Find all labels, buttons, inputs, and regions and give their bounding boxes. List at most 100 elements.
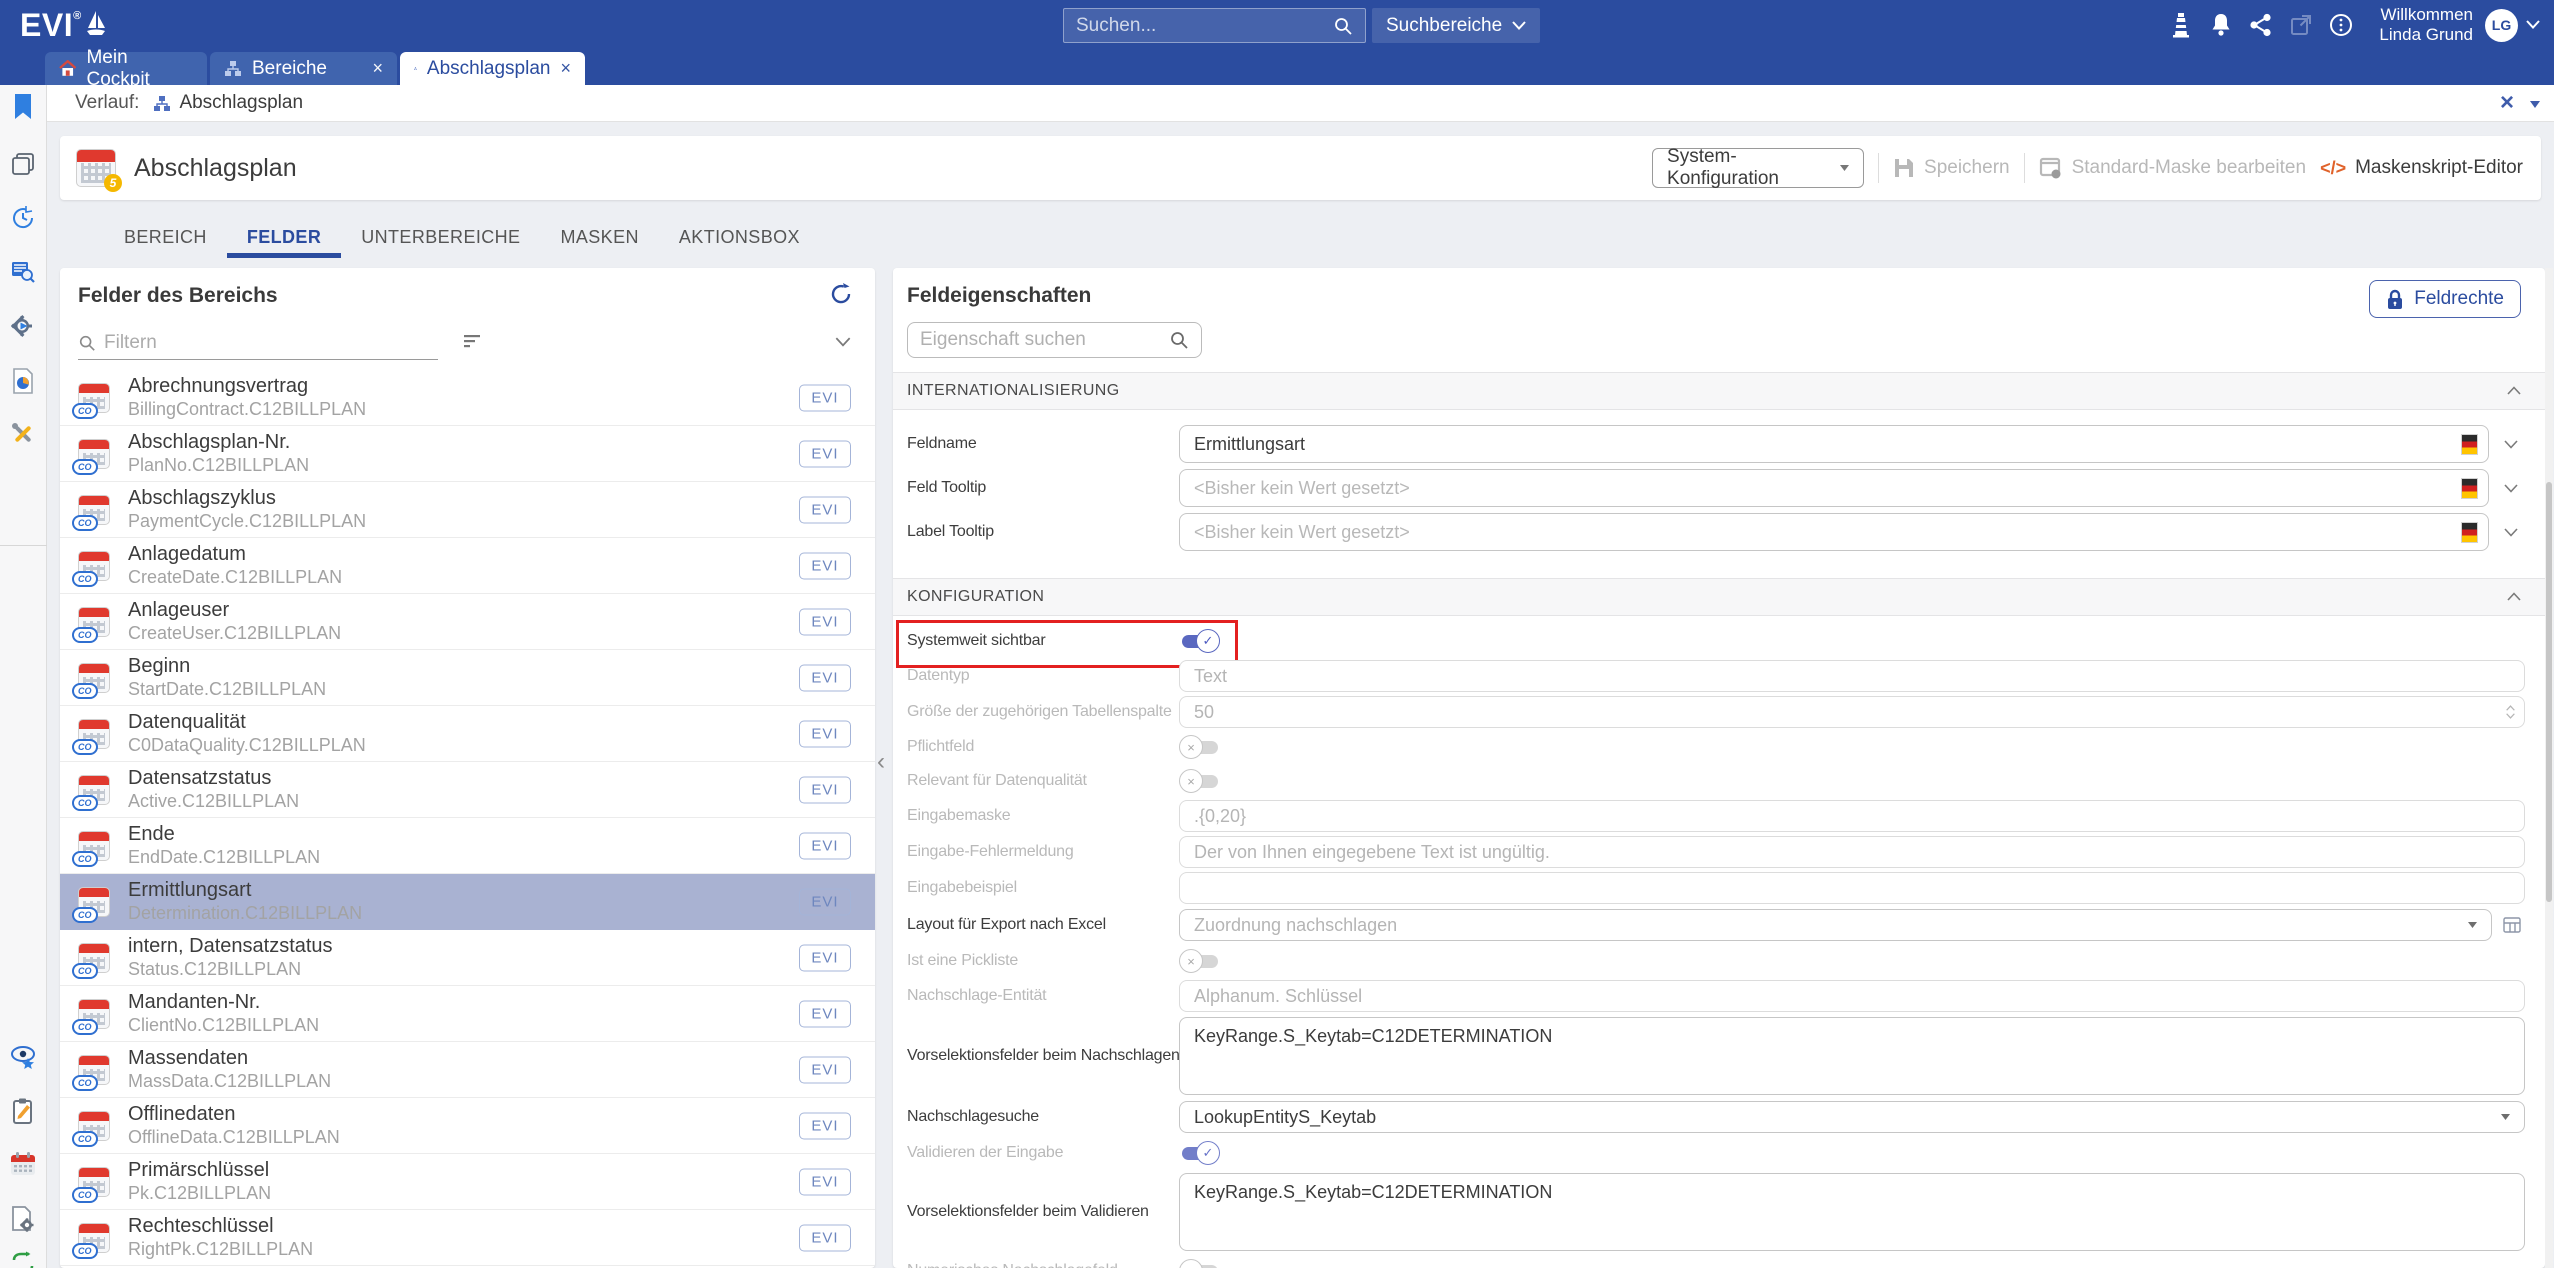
calendar-icon[interactable] — [9, 1151, 37, 1182]
section-header[interactable]: KONFIGURATION — [893, 578, 2545, 616]
collapse-chevron-icon[interactable] — [2507, 588, 2521, 606]
toggle-off[interactable]: × — [1179, 1258, 1221, 1268]
property-input[interactable] — [1179, 660, 2525, 692]
tab-close-icon[interactable]: × — [372, 58, 383, 79]
tools-icon[interactable] — [10, 421, 36, 452]
property-input[interactable] — [1179, 872, 2525, 904]
property-input[interactable] — [1179, 513, 2489, 551]
search-scope-dropdown[interactable]: Suchbereiche — [1372, 8, 1540, 43]
number-spinner[interactable] — [2506, 705, 2515, 719]
section-tab-bereich[interactable]: BEREICH — [104, 218, 227, 256]
bookmark-icon[interactable] — [12, 93, 34, 126]
section-tab-unterbereiche[interactable]: UNTERBEREICHE — [341, 218, 540, 256]
history-menu-caret-icon[interactable] — [2530, 92, 2540, 114]
tab-bereiche[interactable]: Bereiche × — [210, 52, 397, 85]
tab-close-icon[interactable]: × — [560, 58, 571, 79]
filter-input[interactable] — [104, 332, 438, 354]
property-select[interactable]: Zuordnung nachschlagen — [1179, 909, 2492, 941]
field-list-item[interactable]: CO Ende EndDate.C12BILLPLAN EVI — [60, 818, 875, 874]
windows-icon[interactable] — [10, 151, 36, 182]
property-input[interactable] — [1179, 836, 2525, 868]
sort-icon[interactable] — [464, 334, 484, 353]
field-list-item[interactable]: CO Primärschlüssel Pk.C12BILLPLAN EVI — [60, 1154, 875, 1210]
property-input[interactable] — [1179, 425, 2489, 463]
section-tab-aktionsbox[interactable]: AKTIONSBOX — [659, 218, 820, 256]
property-textarea[interactable] — [1179, 1017, 2525, 1095]
field-list-item[interactable]: CO Anlageuser CreateUser.C12BILLPLAN EVI — [60, 594, 875, 650]
panel-collapse-handle[interactable]: ‹ — [877, 748, 885, 776]
field-list-item[interactable]: CO Anlagedatum CreateDate.C12BILLPLAN EV… — [60, 538, 875, 594]
toggle-on[interactable]: ✓ — [1179, 628, 1221, 654]
excel-layout-icon[interactable] — [2500, 915, 2525, 935]
edit-standard-mask-button[interactable]: Standard-Maske bearbeiten — [2039, 157, 2306, 179]
property-textarea[interactable] — [1179, 1173, 2525, 1251]
field-list-item[interactable]: CO Beginn StartDate.C12BILLPLAN EVI — [60, 650, 875, 706]
mask-script-editor-button[interactable]: </> Maskenskript-Editor — [2320, 157, 2523, 179]
section-tabs: BEREICHFELDERUNTERBEREICHEMASKENAKTIONSB… — [104, 218, 820, 256]
property-label: Vorselektionsfelder beim Validieren — [907, 1203, 1179, 1221]
global-search[interactable] — [1063, 8, 1366, 43]
scrollbar-thumb[interactable] — [2546, 482, 2552, 902]
clipboard-edit-icon[interactable] — [10, 1097, 36, 1130]
property-input[interactable] — [1179, 980, 2525, 1012]
section-tab-masken[interactable]: MASKEN — [540, 218, 658, 256]
property-label: Label Tooltip — [907, 523, 1179, 541]
document-gear-icon[interactable] — [10, 1205, 36, 1238]
property-search-input[interactable] — [920, 329, 1169, 351]
section-tab-felder[interactable]: FELDER — [227, 218, 341, 256]
property-search-field[interactable] — [907, 322, 1202, 358]
field-list-item[interactable]: CO Datenqualität C0DataQuality.C12BILLPL… — [60, 706, 875, 762]
global-search-input[interactable] — [1076, 15, 1333, 37]
field-list-item[interactable]: CO Abschlagszyklus PaymentCycle.C12BILLP… — [60, 482, 875, 538]
lighthouse-icon[interactable] — [2161, 11, 2201, 39]
search-icon[interactable] — [1333, 16, 1353, 36]
field-list-item[interactable]: CO Rechteschlüssel RightPk.C12BILLPLAN E… — [60, 1210, 875, 1266]
field-list-item[interactable]: CO Datensatzstatus Active.C12BILLPLAN EV… — [60, 762, 875, 818]
chevron-down-icon[interactable] — [2497, 440, 2525, 449]
history-item[interactable]: Abschlagsplan — [153, 92, 303, 114]
toggle-off[interactable]: × — [1179, 948, 1221, 974]
field-list-item[interactable]: CO Abschlagsplan-Nr. PlanNo.C12BILLPLAN … — [60, 426, 875, 482]
lock-icon — [2386, 289, 2404, 310]
field-list-item[interactable]: CO intern, Datensatzstatus Status.C12BIL… — [60, 930, 875, 986]
external-link-icon[interactable] — [2281, 13, 2321, 37]
history-icon[interactable] — [10, 205, 36, 236]
report-chart-icon[interactable] — [11, 367, 35, 400]
property-select[interactable]: LookupEntityS_Keytab — [1179, 1101, 2525, 1133]
more-options-icon[interactable] — [2321, 12, 2361, 38]
field-list-item[interactable]: CO Ermittlungsart Determination.C12BILLP… — [60, 874, 875, 930]
refresh-icon[interactable] — [829, 282, 853, 311]
field-list-item[interactable]: CO Mandanten-Nr. ClientNo.C12BILLPLAN EV… — [60, 986, 875, 1042]
section-header[interactable]: INTERNATIONALISIERUNG — [893, 372, 2545, 410]
chevron-down-icon[interactable] — [2497, 528, 2525, 537]
sync-arrows-icon[interactable] — [9, 1251, 37, 1268]
save-button[interactable]: Speichern — [1893, 157, 2010, 179]
property-input[interactable] — [1179, 469, 2489, 507]
field-list-item[interactable]: CO Offlinedaten OfflineData.C12BILLPLAN … — [60, 1098, 875, 1154]
vertical-scrollbar[interactable] — [2545, 268, 2553, 1268]
user-menu-chevron-icon[interactable] — [2526, 16, 2540, 34]
watch-star-icon[interactable] — [9, 1043, 37, 1076]
field-rights-button[interactable]: Feldrechte — [2369, 280, 2521, 318]
toggle-off[interactable]: × — [1179, 768, 1221, 794]
toggle-on[interactable]: ✓ — [1179, 1140, 1221, 1166]
tab-abschlagsplan[interactable]: Abschlagsplan × — [400, 52, 585, 85]
close-icon[interactable]: × — [2500, 89, 2514, 117]
configuration-select[interactable]: System-Konfiguration — [1652, 148, 1864, 188]
collapse-chevron-icon[interactable] — [2507, 382, 2521, 400]
toggle-off[interactable]: × — [1179, 734, 1221, 760]
report-search-icon[interactable] — [10, 259, 36, 290]
field-list-item[interactable]: CO Abrechnungsvertrag BillingContract.C1… — [60, 370, 875, 426]
notifications-bell-icon[interactable] — [2201, 12, 2241, 38]
automation-gear-icon[interactable] — [10, 313, 36, 344]
avatar[interactable]: LG — [2485, 9, 2518, 42]
field-calendar-icon: CO — [78, 1167, 118, 1197]
property-input[interactable] — [1179, 696, 2525, 728]
chevron-down-icon[interactable] — [2497, 484, 2525, 493]
field-list-item[interactable]: CO Massendaten MassData.C12BILLPLAN EVI — [60, 1042, 875, 1098]
filter-field[interactable] — [78, 326, 438, 360]
share-icon[interactable] — [2241, 13, 2281, 37]
chevron-down-icon[interactable] — [835, 334, 851, 352]
tab-mein-cockpit[interactable]: Mein Cockpit — [45, 52, 207, 85]
property-input[interactable] — [1179, 800, 2525, 832]
